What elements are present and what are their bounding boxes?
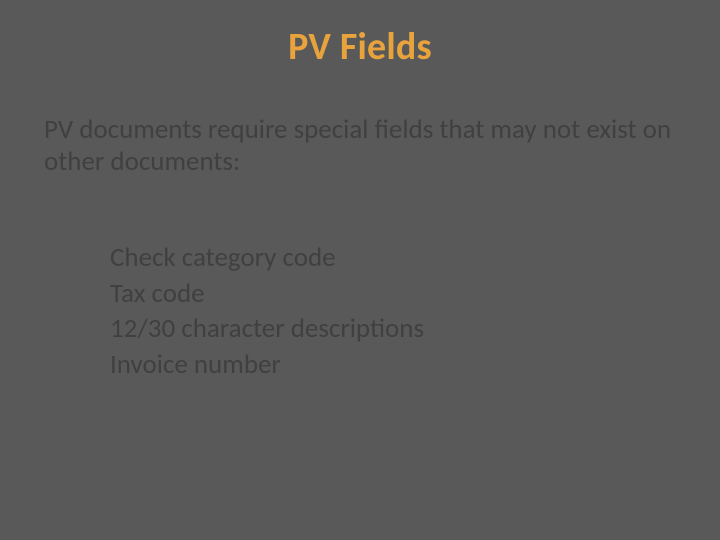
list-item: Invoice number xyxy=(110,347,424,383)
intro-paragraph: PV documents require special fields that… xyxy=(44,114,676,178)
slide: PV Fields PV documents require special f… xyxy=(0,0,720,540)
field-list: Check category code Tax code 12/30 chara… xyxy=(110,240,424,383)
list-item: 12/30 character descriptions xyxy=(110,311,424,347)
list-item: Tax code xyxy=(110,276,424,312)
slide-title: PV Fields xyxy=(0,24,720,70)
list-item: Check category code xyxy=(110,240,424,276)
